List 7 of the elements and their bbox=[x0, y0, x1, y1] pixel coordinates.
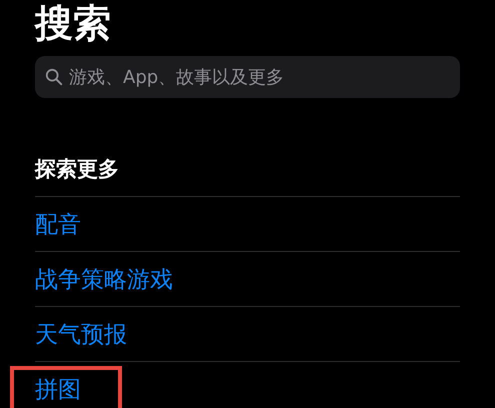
search-field[interactable]: 游戏、App、故事以及更多 bbox=[35, 56, 460, 98]
suggestion-link[interactable]: 配音 bbox=[35, 208, 81, 240]
suggestion-link[interactable]: 战争策略游戏 bbox=[35, 264, 173, 294]
page-title: 搜索 bbox=[35, 0, 112, 47]
suggestion-link[interactable]: 拼图 bbox=[35, 374, 81, 404]
suggestion-link[interactable]: 天气预报 bbox=[35, 318, 127, 350]
section-heading: 探索更多 bbox=[35, 156, 120, 183]
